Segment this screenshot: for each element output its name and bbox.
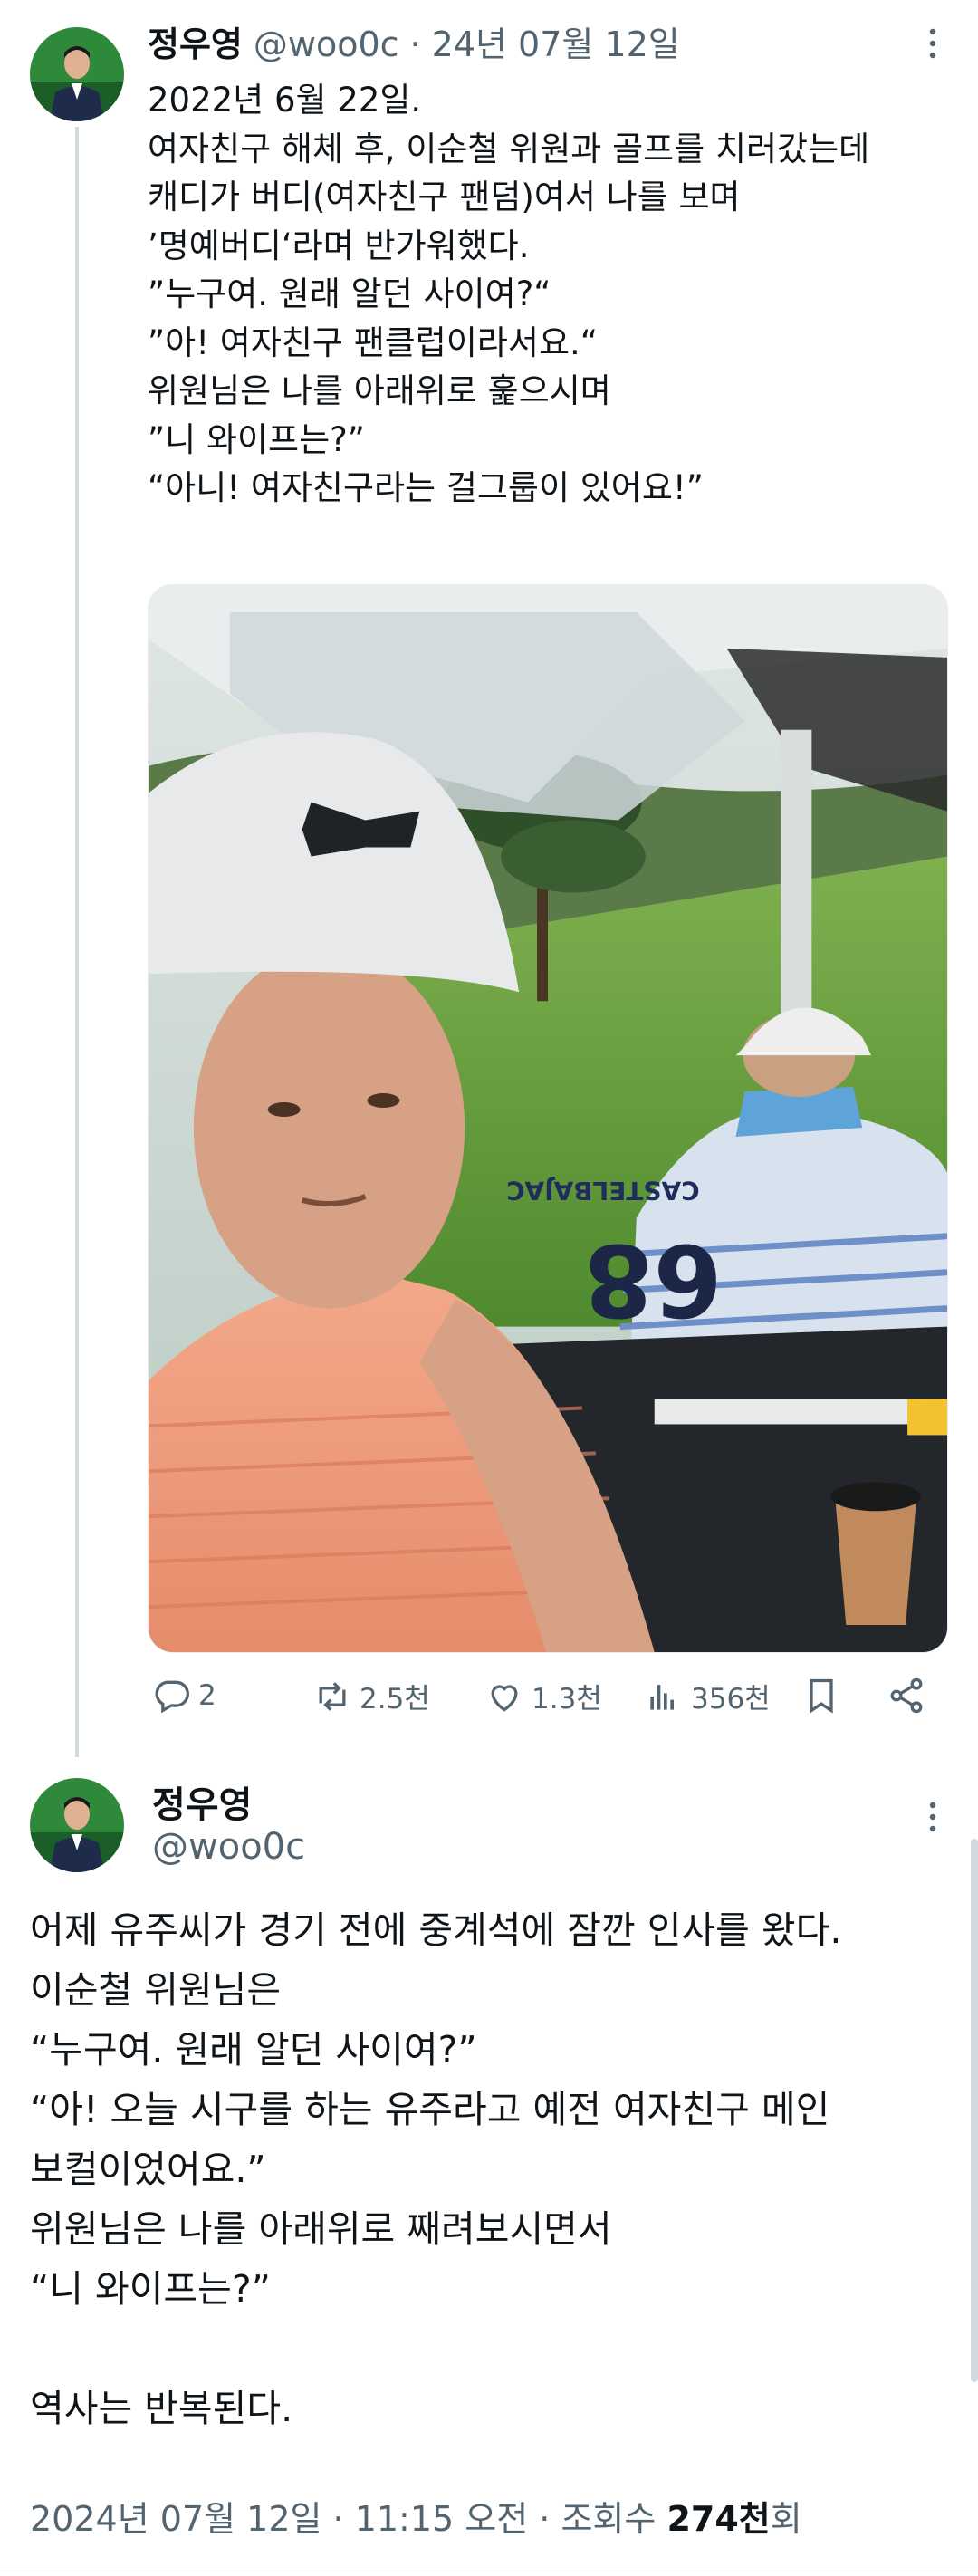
thread-connector-line (75, 127, 79, 1757)
jersey-number: 68 (584, 1222, 723, 1338)
tweet-text: 2022년 6월 22일. 여자친구 해체 후, 이순철 위원과 골프를 치러갔… (148, 76, 963, 513)
author-name[interactable]: 정우영 (152, 1775, 252, 1828)
share-button[interactable] (887, 1676, 926, 1716)
bookmark-button[interactable] (801, 1676, 841, 1716)
tweet-text-line: 어제 유주씨가 경기 전에 중계석에 잠깐 인사를 왔다. (30, 1908, 842, 1952)
reply-button[interactable]: 2 (151, 1676, 216, 1716)
tweet-text-line: 위원님은 나를 아래위로 째려보시면서 (30, 2207, 612, 2251)
views-button[interactable]: 356천 (644, 1676, 771, 1716)
tweet-text-line: “누구여. 원래 알던 사이여?” (30, 2028, 477, 2071)
like-button[interactable]: 1.3천 (484, 1676, 602, 1716)
views-suffix: 회 (770, 2499, 802, 2539)
views-count: 274천 (666, 2499, 771, 2539)
author-handle[interactable]: @woo0c (254, 24, 399, 64)
author-name[interactable]: 정우영 (148, 16, 243, 66)
tweet-text-line: ”아! 여자친구 팬클럽이라서요.“ (148, 322, 598, 362)
tweet-text-line: 여자친구 해체 후, 이순철 위원과 골프를 치러갔는데 (148, 129, 870, 168)
views-icon (650, 1684, 674, 1710)
share-icon (890, 1677, 923, 1714)
avatar[interactable] (30, 1778, 124, 1872)
scrollbar[interactable] (971, 1839, 978, 2382)
tweet-text: 어제 유주씨가 경기 전에 중계석에 잠깐 인사를 왔다. 이순철 위원님은 “… (30, 1900, 954, 2438)
views-label: · 조회수 (539, 2499, 657, 2539)
tweet-text-line: 위원님은 나를 아래위로 훑으시며 (148, 371, 611, 410)
more-icon[interactable] (915, 1799, 951, 1835)
like-count: 1.3천 (532, 1683, 602, 1716)
like-icon (491, 1684, 518, 1712)
tweet-text-line: 캐디가 버디(여자친구 팬덤)여서 나를 보며 (148, 178, 741, 216)
tweet-text-line: ’명예버디‘라며 반가워했다. (148, 226, 530, 265)
tweet-text-line: 이순철 위원님은 (30, 1968, 282, 2012)
tweet-text-line: “니 와이프는?” (30, 2267, 271, 2311)
reply-icon (155, 1680, 189, 1714)
tweet-text-line (30, 2319, 954, 2379)
tweet-text-line: “아니! 여자친구라는 걸그룹이 있어요!” (148, 468, 704, 507)
avatar[interactable] (30, 27, 124, 121)
retweet-icon (319, 1681, 346, 1711)
reply-count: 2 (198, 1679, 216, 1712)
tweet-timestamp[interactable]: 2024년 07월 12일 · 11:15 오전 (30, 2499, 528, 2539)
retweet-button[interactable]: 2.5천 (312, 1676, 430, 1716)
tweet-action-bar: 2 2.5천 1.3천 356천 (148, 1676, 944, 1730)
tweet-text-line: ”누구여. 원래 알던 사이여?“ (148, 274, 551, 313)
tweet-text-line: “아! 오늘 시구를 하는 유주라고 예전 여자친구 메인 (30, 2088, 830, 2131)
tweet-text-line: 보컬이었어요.” (30, 2148, 266, 2191)
jersey-text: CASTELBAJAC (506, 1176, 700, 1206)
tweet-date[interactable]: 24년 07월 12일 (432, 16, 680, 66)
tweet-text-line: ”니 와이프는?” (148, 419, 365, 459)
tweet-text-line: 2022년 6월 22일. (148, 81, 422, 120)
separator-dot: · (409, 24, 421, 64)
tweet-header: 정우영 @woo0c · 24년 07월 12일 (148, 16, 680, 66)
more-icon[interactable] (915, 25, 951, 62)
bookmark-icon (810, 1678, 833, 1714)
views-count: 356천 (691, 1683, 771, 1716)
tweet-meta: 2024년 07월 12일 · 11:15 오전 · 조회수 274천회 (30, 2491, 802, 2541)
tweet-photo[interactable]: CASTELBAJAC 68 (148, 584, 948, 1653)
retweet-count: 2.5천 (360, 1683, 430, 1716)
tweet-text-line: 역사는 반복된다. (30, 2387, 293, 2430)
author-handle[interactable]: @woo0c (152, 1826, 305, 1868)
